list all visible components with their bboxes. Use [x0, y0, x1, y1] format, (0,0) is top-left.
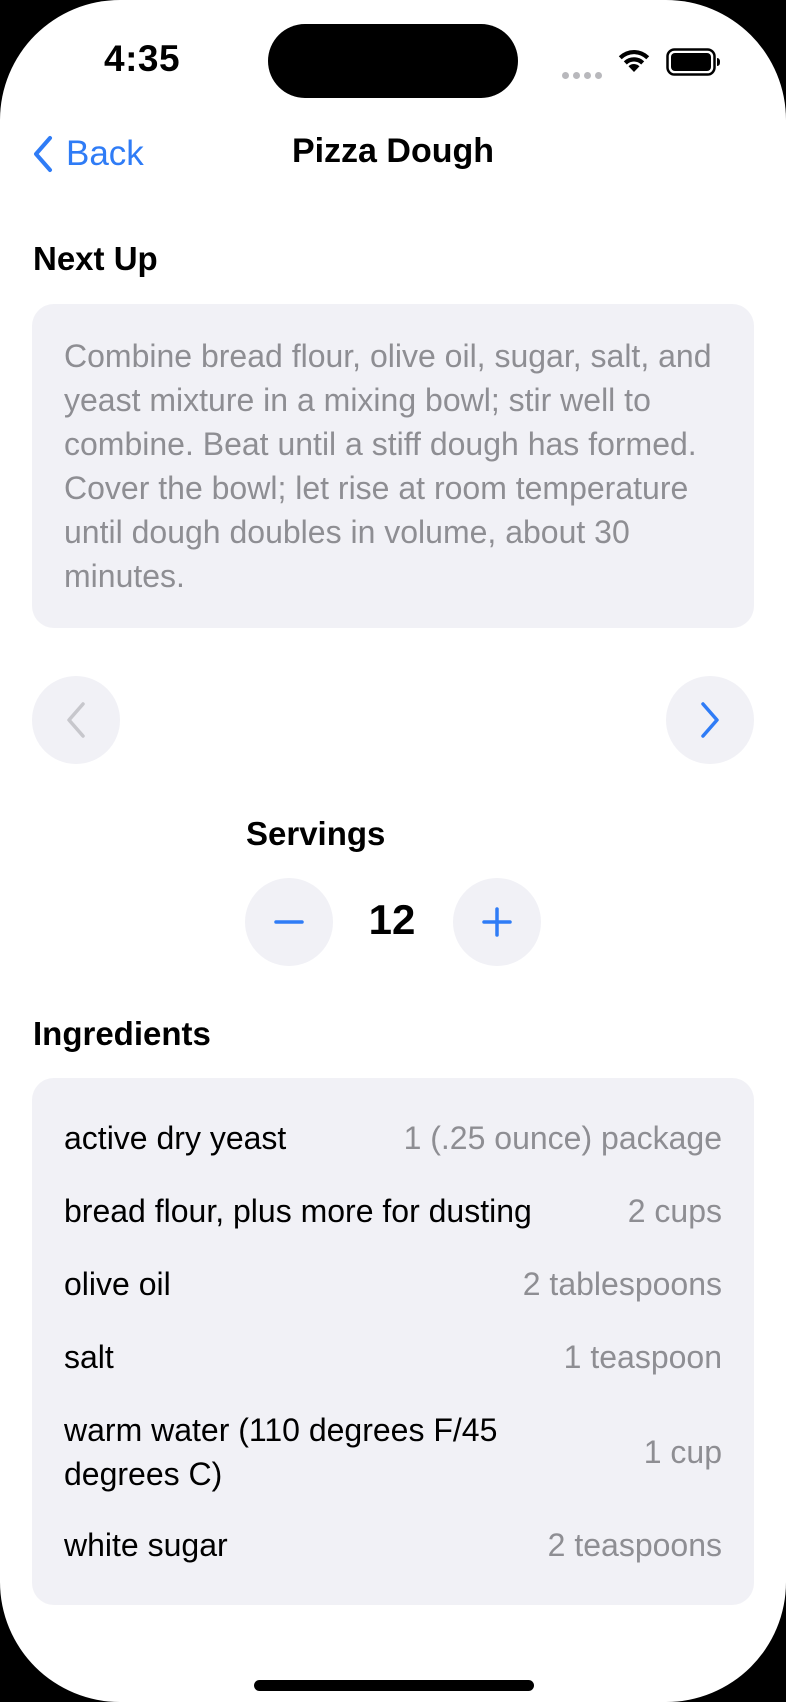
dynamic-island [268, 24, 518, 98]
wifi-icon [618, 50, 650, 72]
current-step-text: Combine bread flour, olive oil, sugar, s… [64, 338, 712, 594]
page-title: Pizza Dough [291, 132, 495, 170]
increase-servings-button[interactable] [453, 878, 541, 966]
current-step-card: Combine bread flour, olive oil, sugar, s… [32, 304, 754, 628]
app-screen: 4:35 Back Pizza Dough Next Up Combine br… [0, 0, 786, 1702]
ingredient-amount: 1 cup [643, 1434, 722, 1470]
servings-count: 12 [368, 896, 416, 943]
ingredient-amount: 2 cups [627, 1193, 722, 1229]
decrease-servings-button[interactable] [245, 878, 333, 966]
ingredient-name: white sugar [64, 1527, 228, 1563]
next-step-button[interactable] [666, 676, 754, 764]
previous-step-button[interactable] [32, 676, 120, 764]
device-frame: 4:35 Back Pizza Dough Next Up Combine br… [0, 0, 786, 1702]
ingredient-amount: 2 tablespoons [522, 1266, 722, 1302]
ingredients-heading: Ingredients [33, 1015, 211, 1052]
battery-icon [666, 48, 720, 76]
ingredient-name: active dry yeast [64, 1120, 287, 1156]
ingredient-name: warm water (110 degrees F/45 degrees C) [64, 1412, 498, 1492]
status-time: 4:35 [104, 38, 181, 79]
home-indicator[interactable] [254, 1680, 534, 1691]
ingredient-name: salt [64, 1339, 114, 1375]
ingredient-amount: 1 teaspoon [563, 1339, 722, 1375]
ingredient-row: active dry yeast 1 (.25 ounce) package [64, 1116, 722, 1160]
ingredient-name: olive oil [64, 1266, 171, 1302]
ingredient-row: bread flour, plus more for dusting 2 cup… [64, 1189, 722, 1233]
ingredients-card: active dry yeast 1 (.25 ounce) package b… [32, 1078, 754, 1605]
chevron-right-icon [701, 702, 719, 738]
ingredient-amount: 1 (.25 ounce) package [403, 1120, 722, 1156]
cellular-signal-icon [562, 66, 606, 84]
servings-label: Servings [246, 815, 386, 852]
ingredient-amount: 2 teaspoons [547, 1527, 722, 1563]
status-indicators [562, 44, 722, 80]
ingredient-row: olive oil 2 tablespoons [64, 1262, 722, 1306]
ingredient-row: warm water (110 degrees F/45 degrees C) … [64, 1408, 722, 1496]
ingredient-row: white sugar 2 teaspoons [64, 1523, 722, 1567]
chevron-left-icon [67, 702, 85, 738]
plus-icon [482, 907, 512, 937]
ingredient-row: salt 1 teaspoon [64, 1335, 722, 1379]
ingredient-name: bread flour, plus more for dusting [64, 1193, 532, 1229]
next-up-heading: Next Up [33, 240, 158, 277]
minus-icon [274, 920, 304, 924]
